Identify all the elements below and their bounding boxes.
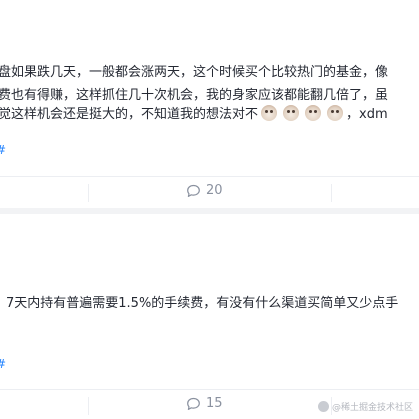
doge-emoji-icon: [305, 105, 322, 121]
action-divider: [88, 184, 89, 202]
post-1-comment-count: 20: [206, 183, 223, 198]
post-1-text-line-3-main: 觉这样机会还是挺大的，不知道我的想法对不: [0, 107, 259, 122]
post-1-action-bar: 20: [0, 176, 419, 207]
feed: 盘如果跌几天，一般都会涨两天，这个时候买个比较热门的基金，像 费也有得赚，这样抓…: [0, 0, 419, 419]
post-1-text-line-2[interactable]: 费也有得赚，这样抓住几十次机会，我的身家应该都能翻几倍了，虽: [0, 84, 388, 103]
doge-emoji-icon: [327, 105, 344, 121]
post-1-text-line-3[interactable]: 觉这样机会还是挺大的，不知道我的想法对不 ，xdm: [0, 103, 388, 122]
doge-emoji-icon: [261, 105, 278, 121]
doge-emoji-icon: [283, 105, 300, 121]
post-2-topic-tag[interactable]: #: [0, 357, 6, 371]
post-2-text-line-1[interactable]: 7天内持有普遍需要1.5%的手续费，有没有什么渠道买简单又少点手: [6, 292, 398, 311]
watermark: @稀土掘金技术社区: [317, 400, 413, 413]
action-divider: [331, 184, 332, 202]
post-2-comment-count: 15: [206, 396, 223, 411]
comment-icon: [187, 397, 200, 410]
post-1-text-line-3-suffix: ，xdm: [346, 107, 388, 122]
post-1-text-line-1[interactable]: 盘如果跌几天，一般都会涨两天，这个时候买个比较热门的基金，像: [0, 61, 388, 80]
post-1-topic-tag[interactable]: #: [0, 143, 6, 157]
action-divider: [88, 397, 89, 415]
watermark-text: @稀土掘金技术社区: [331, 403, 413, 413]
feed-separator: [0, 208, 419, 214]
juejin-logo-icon: [317, 401, 329, 412]
post-1-comment-button[interactable]: 20: [186, 183, 223, 198]
post-2-comment-button[interactable]: 15: [186, 396, 223, 411]
comment-icon: [187, 184, 200, 197]
